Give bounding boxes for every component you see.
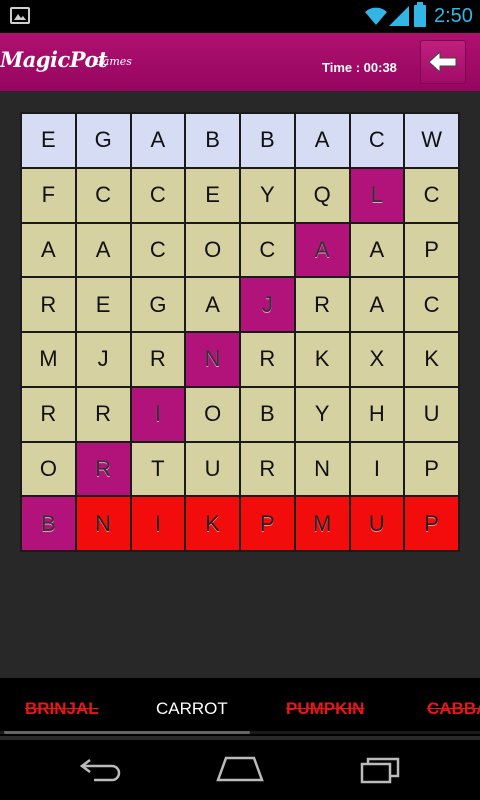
grid-cell[interactable]: R: [22, 387, 75, 441]
grid-cell[interactable]: Y: [241, 168, 294, 222]
grid-cell[interactable]: B: [186, 114, 239, 167]
grid-cell[interactable]: X: [350, 333, 404, 386]
grid-cell[interactable]: A: [76, 223, 130, 277]
grid-cell[interactable]: I: [350, 442, 404, 496]
nav-recent-apps-icon[interactable]: [360, 756, 402, 784]
grid-cell[interactable]: I: [131, 497, 185, 550]
grid-cell[interactable]: N: [295, 442, 349, 496]
grid-cell[interactable]: K: [295, 333, 349, 386]
grid-cell[interactable]: J: [76, 333, 130, 386]
status-bar: 2:50: [0, 0, 480, 33]
grid-cell[interactable]: C: [350, 114, 404, 167]
battery-icon: [414, 2, 426, 27]
grid-cell[interactable]: G: [131, 278, 185, 331]
grid-cell[interactable]: H: [350, 387, 404, 441]
grid-cell[interactable]: Y: [295, 387, 349, 441]
grid-cell[interactable]: C: [405, 278, 458, 331]
word-item: CARROT: [156, 699, 228, 718]
grid-cell[interactable]: C: [76, 168, 130, 222]
back-arrow-icon: [429, 51, 457, 73]
game-timer: Time : 00:38: [322, 60, 397, 75]
letter-grid: EGABBACWFCCEYQLCAACOCAAPREGAJRACMJRNRKXK…: [20, 112, 460, 552]
grid-cell[interactable]: M: [295, 497, 349, 550]
grid-cell[interactable]: U: [350, 497, 404, 550]
word-list-scrollbar[interactable]: [4, 731, 250, 734]
grid-cell[interactable]: L: [350, 168, 404, 222]
grid-cell[interactable]: B: [241, 114, 294, 167]
grid-cell[interactable]: A: [186, 278, 239, 331]
grid-cell[interactable]: A: [22, 223, 75, 277]
grid-cell[interactable]: K: [405, 333, 458, 386]
grid-cell[interactable]: C: [131, 168, 185, 222]
grid-cell[interactable]: E: [76, 278, 130, 331]
grid-cell[interactable]: G: [76, 114, 130, 167]
grid-cell[interactable]: P: [405, 442, 458, 496]
app-header: MagicPot Games Time : 00:38: [0, 33, 480, 91]
grid-cell[interactable]: C: [241, 223, 294, 277]
grid-cell[interactable]: J: [241, 278, 294, 331]
navigation-bar: [0, 740, 480, 800]
grid-cell[interactable]: U: [186, 442, 239, 496]
grid-cell[interactable]: T: [131, 442, 185, 496]
status-clock: 2:50: [434, 5, 473, 27]
grid-cell[interactable]: R: [241, 442, 294, 496]
word-item: BRINJAL: [25, 699, 99, 718]
grid-cell[interactable]: I: [131, 387, 185, 441]
grid-cell[interactable]: Q: [295, 168, 349, 222]
word-item: PUMPKIN: [286, 699, 365, 718]
grid-cell[interactable]: R: [131, 333, 185, 386]
grid-cell[interactable]: R: [76, 442, 130, 496]
grid-cell[interactable]: A: [295, 223, 349, 277]
image-notification-icon: [10, 7, 30, 24]
grid-cell[interactable]: A: [295, 114, 349, 167]
grid-cell[interactable]: P: [405, 497, 458, 550]
grid-cell[interactable]: O: [22, 442, 75, 496]
grid-cell[interactable]: R: [295, 278, 349, 331]
app-logo-subtitle: Games: [94, 55, 132, 68]
grid-cell[interactable]: B: [241, 387, 294, 441]
word-list[interactable]: BRINJAL CARROT PUMPKIN CABBA: [0, 678, 480, 736]
nav-back-icon[interactable]: [80, 756, 122, 782]
grid-cell[interactable]: E: [186, 168, 239, 222]
grid-cell[interactable]: A: [350, 223, 404, 277]
grid-cell[interactable]: A: [350, 278, 404, 331]
grid-cell[interactable]: C: [405, 168, 458, 222]
grid-cell[interactable]: A: [131, 114, 185, 167]
signal-icon: [389, 6, 409, 26]
back-button[interactable]: [420, 40, 466, 84]
wifi-icon: [365, 7, 387, 25]
grid-cell[interactable]: M: [22, 333, 75, 386]
grid-cell[interactable]: F: [22, 168, 75, 222]
grid-cell[interactable]: C: [131, 223, 185, 277]
grid-cell[interactable]: R: [76, 387, 130, 441]
grid-cell[interactable]: U: [405, 387, 458, 441]
grid-cell[interactable]: P: [241, 497, 294, 550]
grid-cell[interactable]: R: [241, 333, 294, 386]
grid-cell[interactable]: P: [405, 223, 458, 277]
grid-cell[interactable]: R: [22, 278, 75, 331]
grid-cell[interactable]: E: [22, 114, 75, 167]
app-logo: MagicPot: [0, 47, 108, 72]
grid-cell[interactable]: W: [405, 114, 458, 167]
word-item: CABBA: [427, 699, 480, 718]
grid-cell[interactable]: O: [186, 223, 239, 277]
grid-cell[interactable]: N: [186, 333, 239, 386]
grid-cell[interactable]: K: [186, 497, 239, 550]
grid-cell[interactable]: O: [186, 387, 239, 441]
nav-home-icon[interactable]: [216, 756, 264, 782]
grid-cell[interactable]: B: [22, 497, 75, 550]
grid-cell[interactable]: N: [76, 497, 130, 550]
